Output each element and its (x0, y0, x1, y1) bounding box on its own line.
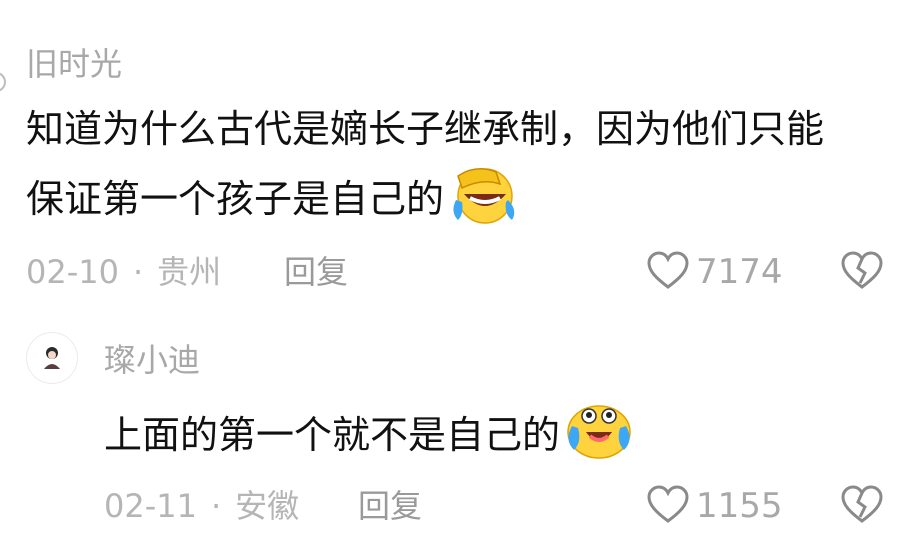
comment-author[interactable]: 旧时光 (26, 44, 122, 84)
crying-laugh-emoji (564, 398, 634, 482)
comment-text: 上面的第一个就不是自己的 (104, 413, 561, 457)
comment-date: 02-10 (26, 253, 119, 291)
reply-button[interactable]: 回复 (284, 252, 348, 292)
comment-text-line-2: 保证第一个孩子是自己的 (26, 162, 522, 246)
separator-dot: · (132, 253, 144, 291)
comment-location: 安徽 (235, 487, 300, 525)
heart-icon (646, 484, 690, 528)
dislike-button[interactable] (840, 250, 884, 294)
comment-date: 02-11 (104, 487, 197, 525)
dislike-button[interactable] (840, 484, 884, 528)
like-count: 7174 (696, 252, 783, 292)
comment-text-line-1: 知道为什么古代是嫡长子继承制，因为他们只能 (26, 107, 825, 151)
broken-heart-icon (840, 251, 884, 294)
like-count: 1155 (696, 486, 783, 526)
comment-text-line-1: 上面的第一个就不是自己的 (104, 398, 634, 482)
facepalm-laugh-emoji (448, 162, 522, 246)
avatar-edge (0, 72, 6, 92)
comment-meta: 02-11 · 安徽 (104, 486, 299, 526)
separator-dot: · (210, 487, 222, 525)
like-button[interactable]: 1155 (646, 484, 783, 528)
avatar[interactable] (26, 332, 78, 384)
comment-author[interactable]: 璨小迪 (104, 340, 200, 380)
broken-heart-icon (840, 485, 884, 528)
reply-button[interactable]: 回复 (358, 486, 422, 526)
like-button[interactable]: 7174 (646, 250, 783, 294)
comment-location: 贵州 (157, 253, 222, 291)
heart-icon (646, 250, 690, 294)
comment-text: 保证第一个孩子是自己的 (26, 177, 445, 221)
comment-meta: 02-10 · 贵州 (26, 252, 221, 292)
avatar-figure-icon (44, 347, 60, 369)
